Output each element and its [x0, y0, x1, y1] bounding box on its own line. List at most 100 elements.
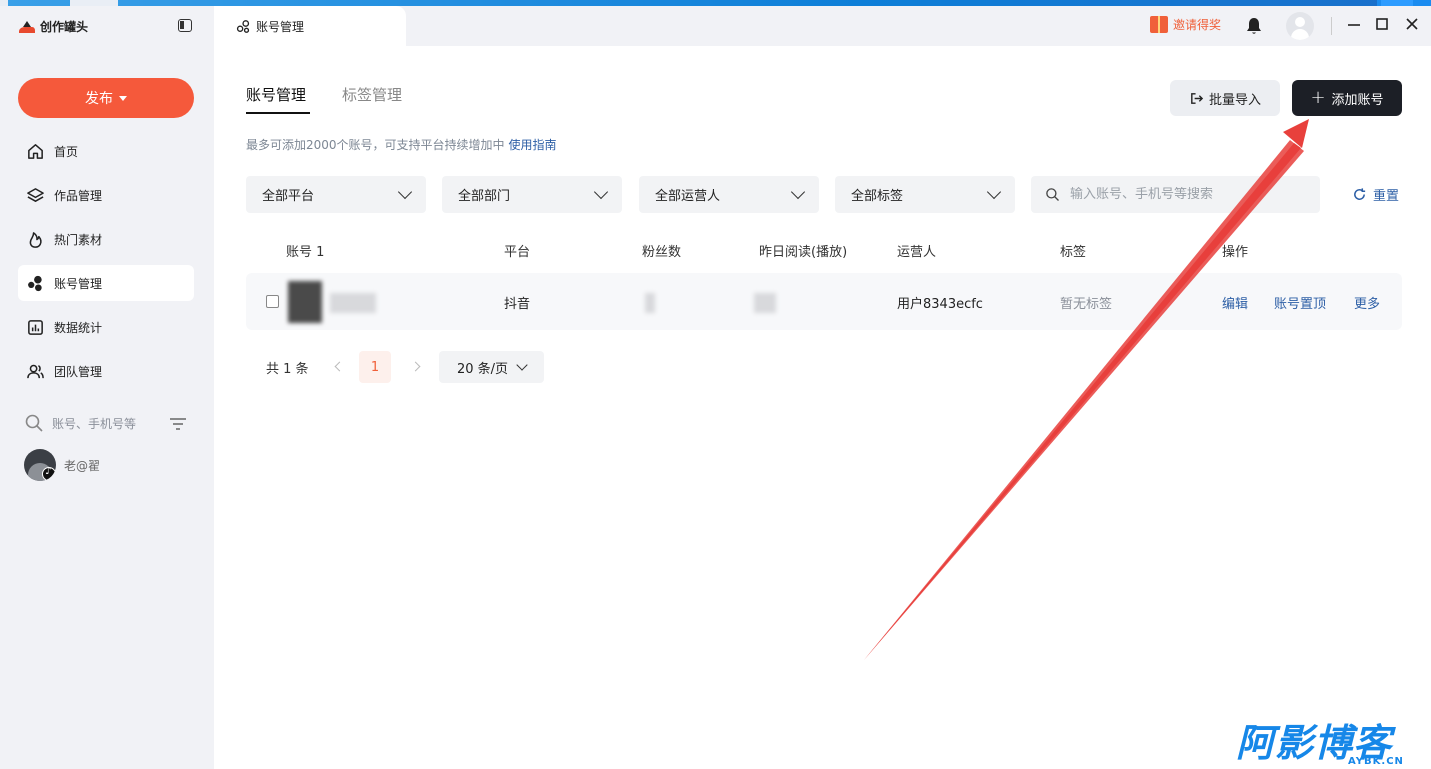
reset-button[interactable]: 重置: [1352, 185, 1399, 204]
account-avatar: [24, 449, 56, 481]
page-number-button[interactable]: 1: [359, 351, 391, 383]
page-size-select[interactable]: 20 条/页: [439, 351, 544, 383]
import-icon: [1191, 92, 1204, 104]
sidebar-item-team[interactable]: 团队管理: [18, 353, 194, 389]
prev-page-icon[interactable]: [334, 361, 345, 372]
sidebar-search-placeholder: 账号、手机号等: [52, 416, 137, 431]
tags-cell: 暂无标签: [1060, 297, 1113, 312]
sidebar-collapse-icon[interactable]: [178, 19, 192, 32]
add-account-button[interactable]: + 添加账号: [1292, 80, 1402, 116]
chevron-down-icon: [397, 184, 413, 200]
accounts-icon: [236, 19, 250, 33]
column-header-yesterday-views: 昨日阅读(播放): [759, 245, 848, 260]
flame-icon: [29, 231, 42, 248]
page-size-label: 20 条/页: [456, 361, 509, 377]
sidebar-item-home[interactable]: 首页: [18, 133, 194, 169]
tag-filter-select[interactable]: 全部标签: [835, 176, 1015, 213]
column-header-tags: 标签: [1060, 245, 1087, 260]
search-icon: [25, 414, 43, 432]
watermark-logo: 阿影博客 AYBK.CN: [1236, 720, 1428, 769]
chevron-down-icon: [593, 184, 609, 200]
gift-icon: [1150, 16, 1168, 33]
sidebar-account-item[interactable]: 老@翟: [24, 449, 100, 481]
watermark-domain: AYBK.CN: [1348, 756, 1404, 767]
platform-filter-select[interactable]: 全部平台: [246, 176, 426, 213]
accounts-icon: [28, 275, 42, 291]
title-bar-divider: [1331, 17, 1332, 35]
sidebar: 创作罐头 发布 首页 作品管理 热门素材 账号管理 数据统计 团队管理 账号、手…: [0, 6, 214, 769]
tab-account-management[interactable]: 账号管理: [246, 84, 306, 105]
filter-icon[interactable]: [168, 416, 188, 432]
reset-label: 重置: [1373, 189, 1400, 204]
logo-icon: [18, 19, 36, 35]
edit-link[interactable]: 编辑: [1222, 293, 1248, 312]
sidebar-item-label: 数据统计: [54, 320, 103, 335]
minimize-icon[interactable]: [1346, 16, 1362, 32]
maximize-icon[interactable]: [1374, 16, 1390, 32]
blurred-followers-count: [645, 293, 655, 313]
plus-icon: +: [1310, 87, 1326, 108]
more-link[interactable]: 更多: [1354, 293, 1380, 312]
account-search-box: [1031, 176, 1320, 213]
filter-label: 全部标签: [851, 189, 904, 204]
blurred-account-avatar: [288, 281, 322, 323]
column-header-account: 账号 1: [286, 245, 325, 260]
filter-label: 全部运营人: [655, 189, 721, 204]
publish-label: 发布: [85, 91, 113, 107]
chevron-down-icon: [516, 359, 528, 371]
search-icon: [1046, 188, 1059, 201]
next-page-icon[interactable]: [410, 361, 421, 372]
column-header-operator: 运营人: [897, 245, 937, 260]
filter-label: 全部平台: [262, 189, 315, 204]
invite-label: 邀请得奖: [1173, 18, 1222, 32]
page-tab-accounts[interactable]: 账号管理: [214, 6, 406, 46]
team-icon: [27, 364, 44, 378]
app-logo: 创作罐头: [18, 18, 88, 35]
account-search-input[interactable]: [1070, 187, 1310, 202]
chevron-down-icon: [790, 184, 806, 200]
douyin-badge-icon: [42, 466, 56, 481]
platform-cell: 抖音: [504, 297, 531, 312]
close-icon[interactable]: [1404, 16, 1420, 32]
user-avatar[interactable]: [1286, 12, 1314, 40]
chevron-down-icon: [986, 184, 1002, 200]
main-content: 账号管理 标签管理 批量导入 + 添加账号 最多可添加2000个账号，可支持平台…: [214, 46, 1431, 769]
sidebar-item-label: 作品管理: [54, 188, 103, 203]
row-checkbox[interactable]: [266, 295, 279, 308]
batch-import-button[interactable]: 批量导入: [1170, 80, 1280, 116]
sidebar-item-stats[interactable]: 数据统计: [18, 309, 194, 345]
invite-reward-button[interactable]: 邀请得奖: [1150, 16, 1221, 33]
refresh-icon: [1354, 188, 1366, 200]
layers-icon: [27, 187, 44, 202]
batch-import-label: 批量导入: [1208, 92, 1261, 108]
column-header-platform: 平台: [504, 245, 531, 260]
sidebar-item-label: 热门素材: [54, 232, 103, 247]
sidebar-item-works[interactable]: 作品管理: [18, 177, 194, 213]
bell-icon[interactable]: [1244, 16, 1264, 36]
operator-cell: 用户8343ecfc: [897, 297, 983, 312]
operator-filter-select[interactable]: 全部运营人: [639, 176, 819, 213]
caret-down-icon: [119, 95, 127, 101]
publish-button[interactable]: 发布: [18, 78, 194, 118]
logo-text: 创作罐头: [40, 20, 89, 34]
sidebar-account-search[interactable]: 账号、手机号等: [24, 412, 190, 434]
total-count: 共 1 条: [266, 361, 309, 377]
filter-label: 全部部门: [458, 189, 511, 204]
pagination: 共 1 条 1 20 条/页: [266, 351, 544, 383]
blurred-account-name: [330, 293, 376, 313]
table-row[interactable]: 抖音 用户8343ecfc 暂无标签 编辑 账号置顶 更多: [246, 273, 1402, 330]
department-filter-select[interactable]: 全部部门: [442, 176, 622, 213]
account-name: 老@翟: [64, 458, 101, 473]
sidebar-item-materials[interactable]: 热门素材: [18, 221, 194, 257]
sidebar-item-accounts[interactable]: 账号管理: [18, 265, 194, 301]
sidebar-item-label: 首页: [54, 144, 79, 159]
add-account-label: 添加账号: [1331, 92, 1384, 108]
tab-tag-management[interactable]: 标签管理: [342, 84, 402, 105]
chart-icon: [28, 319, 43, 335]
usage-guide-link[interactable]: 使用指南: [509, 138, 557, 152]
page-tab-label: 账号管理: [256, 19, 305, 34]
pin-account-link[interactable]: 账号置顶: [1274, 293, 1326, 312]
column-header-actions: 操作: [1222, 245, 1249, 260]
sidebar-item-label: 团队管理: [54, 364, 103, 379]
account-limit-notice: 最多可添加2000个账号，可支持平台持续增加中 使用指南: [246, 136, 557, 153]
